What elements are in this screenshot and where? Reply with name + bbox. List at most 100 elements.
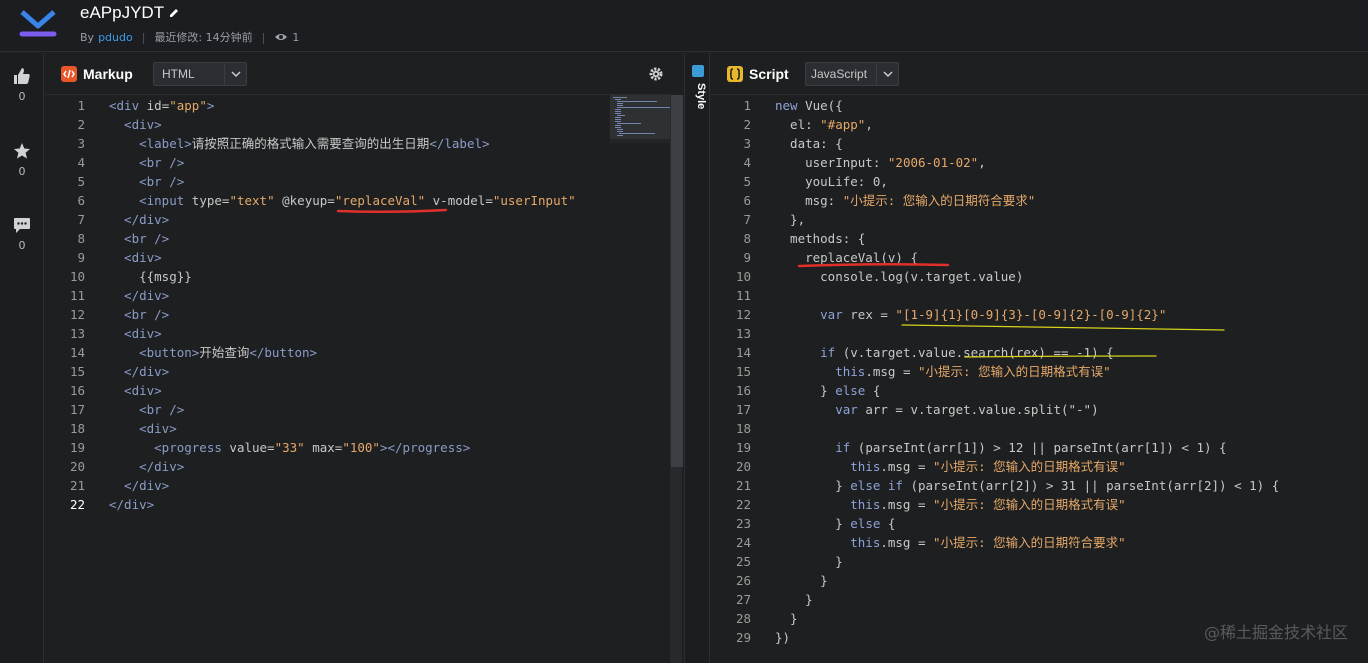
- markup-code-line[interactable]: <button>开始查询</button>: [109, 343, 317, 362]
- script-code-line[interactable]: if (v.target.value.search(rex) == -1) {: [775, 343, 1114, 362]
- markup-code-line[interactable]: <br />: [109, 153, 184, 172]
- script-code-line[interactable]: this.msg = "小提示: 您输入的日期格式有误": [775, 362, 1110, 381]
- markup-line-number: 1: [77, 98, 85, 113]
- markup-line-number: 18: [69, 421, 85, 436]
- markup-code-line[interactable]: </div>: [109, 210, 169, 229]
- markup-code-token: <br />: [109, 402, 185, 417]
- script-line-number: 5: [743, 174, 751, 189]
- script-code-line[interactable]: var arr = v.target.value.split("-"): [775, 400, 1098, 419]
- comment-icon[interactable]: [13, 216, 31, 234]
- thumbs-up-icon[interactable]: [13, 67, 31, 85]
- script-code-line[interactable]: methods: {: [775, 229, 865, 248]
- script-code-line[interactable]: } else {: [775, 381, 880, 400]
- markup-scrollbar[interactable]: [670, 95, 683, 663]
- like-action[interactable]: 0: [0, 67, 44, 103]
- script-code-token: el:: [775, 117, 821, 132]
- style-panel-label[interactable]: Style: [689, 83, 707, 109]
- markup-code-line[interactable]: <div>: [109, 419, 177, 438]
- script-code-line[interactable]: replaceVal(v) {: [775, 248, 918, 267]
- script-code-line[interactable]: } else if (parseInt(arr[2]) > 31 || pars…: [775, 476, 1279, 495]
- script-line-number: 2: [743, 117, 751, 132]
- comment-action[interactable]: 0: [0, 216, 44, 252]
- markup-code-line[interactable]: <progress value="33" max="100"></progres…: [109, 438, 470, 457]
- markup-code-line[interactable]: <br />: [109, 172, 184, 191]
- script-code-line[interactable]: this.msg = "小提示: 您输入的日期格式有误": [775, 495, 1125, 514]
- chevron-down-icon[interactable]: [876, 63, 898, 85]
- script-code-token: var: [775, 402, 866, 417]
- markup-code-line[interactable]: <br />: [109, 229, 169, 248]
- markup-scrollbar-thumb[interactable]: [671, 95, 683, 467]
- script-code-line[interactable]: this.msg = "小提示: 您输入的日期符合要求": [775, 533, 1125, 552]
- script-code-token: }: [775, 516, 851, 531]
- markup-code-token: <div>: [109, 250, 162, 265]
- script-code-token: Vue({: [805, 98, 843, 113]
- script-code-line[interactable]: new Vue({: [775, 96, 843, 115]
- script-code-line[interactable]: var rex = "[1-9]{1}[0-9]{3}-[0-9]{2}-[0-…: [775, 305, 1166, 324]
- script-code-line[interactable]: data: {: [775, 134, 843, 153]
- markup-code-token: v-model=: [425, 193, 493, 208]
- script-code-line[interactable]: el: "#app",: [775, 115, 873, 134]
- script-code-line[interactable]: }: [775, 609, 798, 628]
- markup-code-line[interactable]: <div>: [109, 248, 162, 267]
- chevron-down-icon[interactable]: [224, 63, 246, 85]
- author-link[interactable]: pdudo: [98, 31, 133, 44]
- script-line-number: 28: [735, 611, 751, 626]
- script-code-line[interactable]: }: [775, 552, 843, 571]
- css-icon: [692, 65, 704, 77]
- js-icon: [727, 66, 743, 82]
- project-title: eAPpJYDT: [80, 3, 165, 22]
- markup-code-line[interactable]: </div>: [109, 476, 169, 495]
- script-code-token: }: [775, 554, 843, 569]
- script-code-line[interactable]: },: [775, 210, 805, 229]
- script-code-token: new: [775, 98, 806, 113]
- script-language-select[interactable]: JavaScript: [805, 62, 899, 86]
- markup-code-token: </div>: [109, 288, 170, 303]
- script-code-line[interactable]: userInput: "2006-01-02",: [775, 153, 986, 172]
- star-icon[interactable]: [13, 142, 31, 160]
- minimap[interactable]: [610, 95, 671, 143]
- script-code-line[interactable]: } else {: [775, 514, 895, 533]
- script-code-token: this: [775, 497, 881, 512]
- script-code-line[interactable]: this.msg = "小提示: 您输入的日期格式有误": [775, 457, 1125, 476]
- markup-code-token: </div>: [109, 212, 170, 227]
- pencil-icon[interactable]: [168, 7, 180, 19]
- markup-code-line[interactable]: <div>: [109, 381, 162, 400]
- gear-icon[interactable]: [649, 67, 663, 81]
- style-panel-collapsed[interactable]: Style: [684, 53, 710, 663]
- script-code-line[interactable]: }): [775, 628, 790, 647]
- script-code-token: {: [887, 516, 896, 531]
- script-code-line[interactable]: msg: "小提示: 您输入的日期符合要求": [775, 191, 1035, 210]
- markup-code-line[interactable]: </div>: [109, 362, 169, 381]
- markup-code-line[interactable]: <div>: [109, 324, 162, 343]
- script-code-line[interactable]: }: [775, 590, 813, 609]
- script-code-line[interactable]: console.log(v.target.value): [775, 267, 1023, 286]
- markup-line-number: 14: [69, 345, 85, 360]
- markup-code-token: <div>: [109, 421, 177, 436]
- markup-code-line[interactable]: </div>: [109, 495, 154, 514]
- star-action[interactable]: 0: [0, 142, 44, 178]
- markup-code-line[interactable]: <br />: [109, 305, 169, 324]
- script-code-line[interactable]: youLife: 0,: [775, 172, 888, 191]
- script-code-line[interactable]: }: [775, 571, 828, 590]
- markup-line-number: 8: [77, 231, 85, 246]
- script-line-number: 25: [735, 554, 751, 569]
- markup-code-line[interactable]: {{msg}}: [109, 267, 192, 286]
- markup-line-number: 4: [77, 155, 85, 170]
- markup-code-token: <label>: [109, 136, 192, 151]
- markup-code-line[interactable]: </div>: [109, 457, 184, 476]
- script-code-line[interactable]: if (parseInt(arr[1]) > 12 || parseInt(ar…: [775, 438, 1226, 457]
- markup-code-line[interactable]: </div>: [109, 286, 169, 305]
- markup-code-line[interactable]: <input type="text" @keyup="replaceVal" v…: [109, 191, 576, 210]
- script-line-number: 10: [735, 269, 751, 284]
- view-count: 1: [292, 30, 300, 44]
- app-logo-icon[interactable]: [18, 8, 58, 42]
- script-code-token: .msg =: [880, 497, 934, 512]
- markup-language-select[interactable]: HTML: [153, 62, 247, 86]
- markup-code-line[interactable]: <br />: [109, 400, 184, 419]
- markup-code-token: >: [206, 98, 215, 113]
- markup-code-line[interactable]: <div id="app">: [109, 96, 214, 115]
- markup-code-line[interactable]: <div>: [109, 115, 162, 134]
- script-title: Script: [749, 66, 789, 82]
- watermark: @稀土掘金技术社区: [1203, 623, 1348, 642]
- markup-code-line[interactable]: <label>请按照正确的格式输入需要查询的出生日期</label>: [109, 134, 489, 153]
